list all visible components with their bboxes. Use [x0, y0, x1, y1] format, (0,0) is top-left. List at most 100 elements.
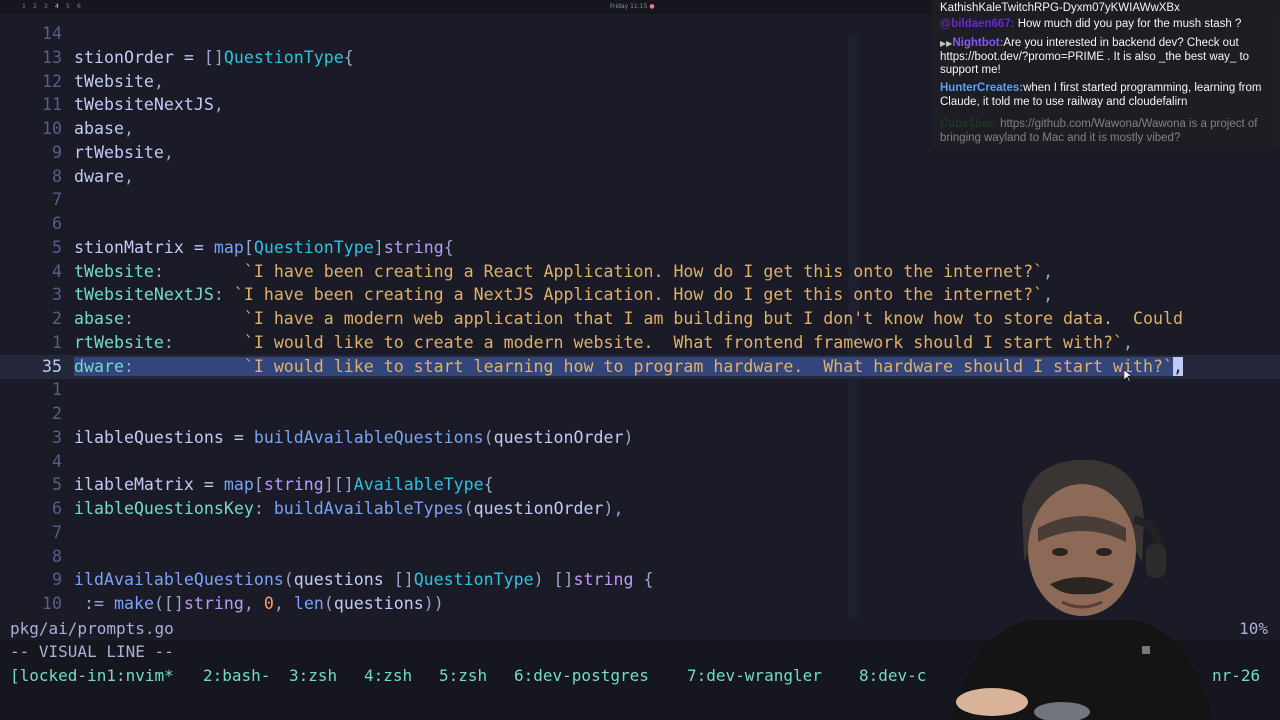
workspace-3[interactable]: 3	[44, 3, 48, 10]
line-number: 3	[52, 427, 62, 447]
code-text: ilableQuestions = buildAvailableQuestion…	[74, 426, 633, 450]
code-token: ilableQuestions =	[74, 427, 254, 447]
workspace-5[interactable]: 5	[66, 3, 70, 10]
workspace-2[interactable]: 2	[33, 3, 37, 10]
code-line[interactable]: 2 abase: `I have a modern web application…	[0, 307, 1280, 331]
code-text: tWebsiteNextJS: `I have been creating a …	[74, 283, 1053, 307]
line-number: 9	[52, 570, 62, 590]
code-token: dware	[74, 166, 124, 186]
code-token: QuestionType	[223, 47, 344, 67]
code-token: [	[253, 475, 264, 495]
stream-chat-overlay: KathishKaleTwitchRPG-Dyxm07yKWIAWwXBx @bi…	[932, 0, 1280, 148]
code-token: ]	[373, 237, 384, 257]
code-token: []	[203, 47, 224, 67]
code-token: string	[263, 475, 324, 495]
code-line[interactable]: 7	[0, 188, 1280, 212]
code-token: QuestionType	[413, 570, 534, 590]
line-number: 4	[52, 451, 62, 471]
line-number: 1	[52, 332, 62, 352]
code-token: :	[123, 356, 244, 376]
code-token: ,	[243, 594, 264, 613]
code-text: abase,	[74, 117, 134, 141]
code-token: (	[483, 427, 494, 447]
code-token: ilableQuestionsKey	[74, 499, 254, 518]
code-text: ilableMatrix = map[string][]AvailableTyp…	[74, 473, 494, 497]
chat-message: @bildaen667: How much did you pay for th…	[940, 18, 1270, 32]
code-token: questionOrder	[493, 427, 624, 447]
code-token: :	[123, 309, 244, 328]
chat-text: How much did you pay for the mush stash …	[1014, 18, 1242, 30]
code-token: `I have a modern web application that I …	[243, 309, 1183, 328]
code-token: questions	[293, 570, 394, 590]
code-token: :	[163, 332, 244, 352]
code-token: `I would like to start learning how to p…	[243, 356, 1173, 376]
code-token: questions	[333, 594, 424, 613]
line-number: 11	[42, 95, 62, 115]
code-token: ,	[1172, 356, 1183, 376]
tmux-window-tab[interactable]: 6:dev-postgres	[514, 664, 649, 688]
tmux-window-tab[interactable]: 5:zsh	[439, 664, 487, 688]
line-number: 13	[42, 47, 62, 67]
code-token: )	[623, 427, 634, 447]
code-text: tWebsite,	[74, 70, 164, 94]
line-number: 12	[42, 71, 62, 91]
tmux-window-tab[interactable]: nr-26	[1212, 664, 1260, 688]
bot-badge-icon: ▶▶	[940, 39, 953, 48]
workspace-1[interactable]: 1	[22, 3, 26, 10]
code-token: string	[573, 570, 634, 590]
code-token: ,	[153, 71, 164, 91]
code-line[interactable]: 5 stionMatrix = map[QuestionType]string{	[0, 236, 1280, 260]
current-code-line[interactable]: 35 dware: `I would like to start learning…	[0, 354, 1280, 379]
code-token: string	[183, 594, 244, 613]
code-line[interactable]: 3 tWebsiteNextJS: `I have been creating a…	[0, 283, 1280, 307]
code-token: tWebsite	[74, 71, 154, 91]
code-token: tWebsiteNextJS	[74, 95, 214, 115]
code-token: ,	[1043, 261, 1054, 281]
code-token: ([]	[153, 594, 184, 613]
line-number: 7	[52, 190, 62, 210]
tmux-window-tab[interactable]: [locked-in1:nvim*	[10, 664, 174, 688]
tmux-window-tab[interactable]: 7:dev-wrangler	[687, 664, 822, 688]
code-token: ,	[123, 119, 134, 138]
tmux-window-tab[interactable]: 3:zsh	[289, 664, 337, 688]
code-line[interactable]: 6	[0, 212, 1280, 236]
tmux-window-tab[interactable]: 2:bash-	[203, 664, 270, 688]
code-line[interactable]: 1	[0, 378, 1280, 402]
code-text: stionMatrix = map[QuestionType]string{	[74, 236, 454, 260]
code-token: ) []	[533, 570, 574, 590]
line-number: 5	[52, 475, 62, 495]
code-text: := make([]string, 0, len(questions))	[74, 592, 444, 616]
workspace-6[interactable]: 6	[77, 3, 81, 10]
line-number: 8	[52, 546, 62, 566]
clock: Friday 11:15 ●	[610, 3, 655, 10]
code-token: :	[153, 261, 244, 281]
code-line[interactable]: 3 ilableQuestions = buildAvailableQuestio…	[0, 426, 1280, 450]
line-number: 2	[52, 309, 62, 328]
chat-message: KathishKaleTwitchRPG-Dyxm07yKWIAWwXBx	[940, 2, 1270, 16]
line-number: 1	[52, 380, 62, 400]
tmux-window-tab[interactable]: 4:zsh	[364, 664, 412, 688]
workspace-4[interactable]: 4	[55, 3, 59, 10]
line-number: 8	[52, 166, 62, 186]
chat-message: ▶▶Nightbot:Are you interested in backend…	[940, 37, 1270, 78]
code-line[interactable]: 2	[0, 402, 1280, 426]
line-number: 7	[52, 522, 62, 542]
code-token: ),	[603, 499, 624, 518]
code-token: []	[393, 570, 414, 590]
code-line[interactable]: 8 dware,	[0, 165, 1280, 189]
code-text: tWebsiteNextJS,	[74, 93, 224, 117]
code-token: stionMatrix =	[74, 237, 214, 257]
code-line[interactable]: 4 tWebsite: `I have been creating a React…	[0, 260, 1280, 284]
code-token: 0	[263, 594, 274, 613]
code-token: tWebsiteNextJS	[74, 285, 214, 305]
chat-message: HunterCreates:when I first started progr…	[940, 82, 1270, 109]
code-token: ,	[273, 594, 294, 613]
code-token: ,	[213, 95, 224, 115]
code-token: questionOrder	[473, 499, 604, 518]
code-token: abase	[74, 309, 124, 328]
code-line[interactable]: 1 rtWebsite: `I would like to create a mo…	[0, 331, 1280, 355]
code-token: `I have been creating a NextJS Applicati…	[233, 285, 1044, 305]
webcam-overlay	[912, 450, 1212, 720]
streamer-webcam-image	[952, 459, 1212, 720]
line-number: 14	[42, 24, 62, 43]
